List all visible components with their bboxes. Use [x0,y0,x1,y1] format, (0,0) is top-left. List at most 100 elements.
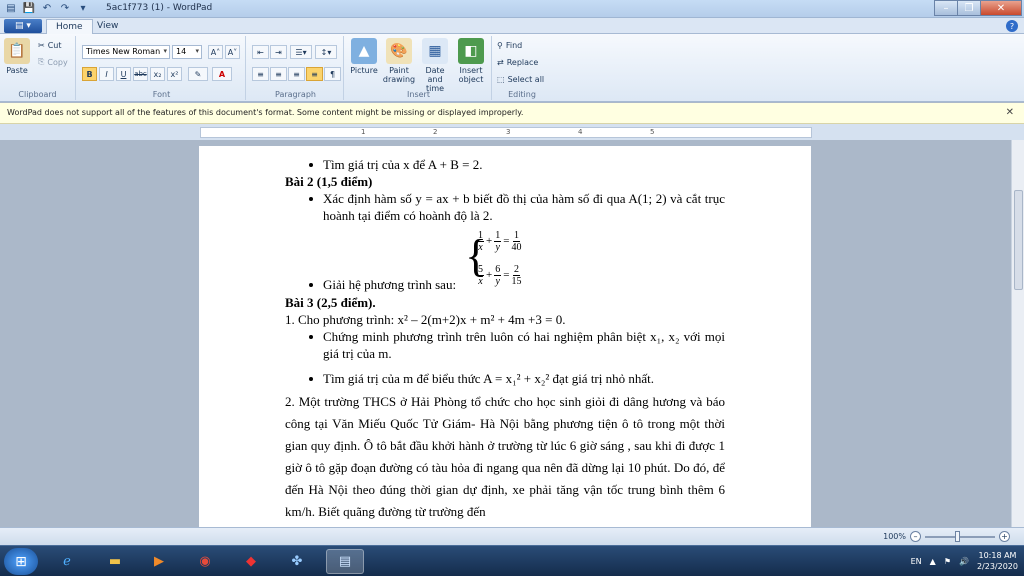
wordpad-taskbar-icon[interactable]: ▤ [326,549,364,574]
flag-icon[interactable]: ⚑ [944,557,951,566]
decrease-indent-button[interactable]: ⇤ [252,45,269,59]
object-icon: ◧ [458,38,484,64]
paragraph-dialog-button[interactable]: ¶ [324,67,341,81]
font-size-select[interactable]: 14 ▾ [172,45,202,59]
infobar-message: WordPad does not support all of the feat… [7,108,524,117]
compatibility-infobar: WordPad does not support all of the feat… [0,103,1024,124]
editing-group: ⚲ Find ⇄ Replace ⬚ Select all Editing [497,41,545,99]
minimize-button[interactable]: – [934,0,958,16]
volume-icon[interactable]: 🔊 [959,557,969,566]
highlight-color-button[interactable]: ✎ [188,67,208,81]
cut-button[interactable]: ✂ Cut [38,41,62,50]
strikethrough-button[interactable]: abc [133,67,148,81]
highlighter-icon: ✎ [194,69,202,79]
list-item: Tìm giá trị của x để A + B = 2. [285,156,725,173]
palette-icon: 🎨 [386,38,412,64]
align-center-button[interactable]: ≡ [270,67,287,81]
app-menu-icon[interactable]: ▤ [4,2,18,15]
insert-object-button[interactable]: ◧ Insert object [454,38,488,84]
align-right-button[interactable]: ≡ [288,67,305,81]
align-left-button[interactable]: ≡ [252,67,269,81]
start-button[interactable]: ⊞ [4,548,38,575]
chrome-icon[interactable]: ◉ [186,549,224,574]
section-heading: Bài 3 (2,5 điểm). [285,295,376,310]
paste-icon: 📋 [4,38,30,64]
text-color-button[interactable]: A [212,67,232,81]
grow-font-button[interactable]: A˄ [208,45,223,59]
select-all-button[interactable]: ⬚ Select all [497,75,544,84]
justify-button[interactable]: ≡ [306,67,323,81]
equation-system: { 1 x + 1 y = 1 40 5 x + 6 y = 2 15 Giải hệ phương… [285,224,725,294]
increase-indent-button[interactable]: ⇥ [270,45,287,59]
document-text[interactable]: Tìm giá trị của x để A + B = 2. Bài 2 (1… [285,156,725,523]
list-item: Tìm giá trị của m để biểu thức A = x₁² +… [285,370,725,387]
equation-2: 5 x + 6 y = 2 15 [477,264,522,287]
language-indicator[interactable]: EN [911,557,922,566]
date-time-button[interactable]: ▦ Date and time [418,38,452,93]
redo-icon[interactable]: ↷ [58,2,72,15]
line-spacing-button[interactable]: ↕▾ [315,45,337,59]
media-player-icon[interactable]: ▶ [140,549,178,574]
document-canvas: Tìm giá trị của x để A + B = 2. Bài 2 (1… [0,140,1011,527]
vertical-scrollbar[interactable] [1011,140,1024,527]
restore-button[interactable]: ❐ [957,0,981,16]
picture-icon: ▲ [351,38,377,64]
ribbon-tabs: ▤ ▾ Home View ? [0,18,1024,34]
save-icon[interactable]: 💾 [22,2,36,15]
paint-drawing-button[interactable]: 🎨 Paint drawing [382,38,416,84]
zoom-in-button[interactable]: + [999,531,1010,542]
help-icon[interactable]: ? [1006,20,1018,32]
customize-chevron-icon[interactable]: ▾ [76,2,90,15]
zoom-control: 100% – + [883,530,1010,542]
zoom-out-button[interactable]: – [910,531,921,542]
picture-button[interactable]: ▲ Picture [348,38,380,75]
subscript-button[interactable]: x₂ [150,67,165,81]
font-family-select[interactable]: Times New Roman ▾ [82,45,170,59]
title-bar: ▤ 💾 ↶ ↷ ▾ 5ac1f773 (1) - WordPad – ❐ ✕ [0,0,1024,18]
game-app-icon[interactable]: ◆ [232,549,270,574]
show-hidden-icons-icon[interactable]: ▲ [930,557,936,566]
italic-button[interactable]: I [99,67,114,81]
ribbon: 📋 Paste ✂ Cut ⎘ Copy Clipboard Times New R… [0,34,1024,102]
list-item: Giải hệ phương trình sau: [285,276,456,293]
ruler[interactable]: 1 2 3 4 5 [200,127,812,138]
paste-button[interactable]: 📋 Paste [4,38,30,75]
scrollbar-thumb[interactable] [1014,190,1023,290]
paragraph-group: ⇤ ⇥ ☰▾ ↕▾ ≡ ≡ ≡ ≡ ¶ Paragraph [248,36,344,100]
system-tray: EN ▲ ⚑ 🔊 10:18 AM 2/23/2020 [911,550,1018,572]
file-explorer-icon[interactable]: ▬ [96,549,134,574]
superscript-button[interactable]: x² [167,67,182,81]
replace-button[interactable]: ⇄ Replace [497,58,538,67]
zoom-slider-knob[interactable] [955,530,960,542]
binoculars-icon: ⚲ [497,41,503,50]
quick-access-toolbar: ▤ 💾 ↶ ↷ ▾ [4,2,90,15]
list-item: Chứng minh phương trình trên luôn có hai… [285,328,725,362]
shrink-font-button[interactable]: A˅ [225,45,240,59]
tab-view[interactable]: View [88,19,127,34]
close-button[interactable]: ✕ [980,0,1022,16]
replace-icon: ⇄ [497,58,504,67]
chevron-down-icon: ▾ [195,47,199,55]
tab-home[interactable]: Home [46,19,93,34]
taskbar: ⊞ ℯ ▬ ▶ ◉ ◆ ✤ ▤ EN ▲ ⚑ 🔊 10:18 AM 2/23/2… [0,545,1024,576]
calendar-icon: ▦ [422,38,448,64]
bullets-button[interactable]: ☰▾ [290,45,312,59]
network-app-icon[interactable]: ✤ [278,549,316,574]
copy-button[interactable]: ⎘ Copy [38,57,68,67]
equation-1: 1 x + 1 y = 1 40 [477,230,522,253]
paragraph: 1. Cho phương trình: x² – 2(m+2)x + m² +… [285,312,566,327]
zoom-slider[interactable] [925,530,995,542]
find-button[interactable]: ⚲ Find [497,41,522,50]
internet-explorer-icon[interactable]: ℯ [48,549,86,574]
scissors-icon: ✂ [38,41,45,50]
window-title: 5ac1f773 (1) - WordPad [106,3,213,13]
undo-icon[interactable]: ↶ [40,2,54,15]
bold-button[interactable]: B [82,67,97,81]
font-group: Times New Roman ▾ 14 ▾ A˄ A˅ B I U abc x₂ … [78,36,246,100]
copy-icon: ⎘ [38,57,45,66]
file-menu-button[interactable]: ▤ ▾ [4,19,42,33]
underline-button[interactable]: U [116,67,131,81]
document-page[interactable]: Tìm giá trị của x để A + B = 2. Bài 2 (1… [199,146,811,527]
clock[interactable]: 10:18 AM 2/23/2020 [977,550,1018,572]
infobar-close-icon[interactable]: ✕ [1006,107,1014,118]
